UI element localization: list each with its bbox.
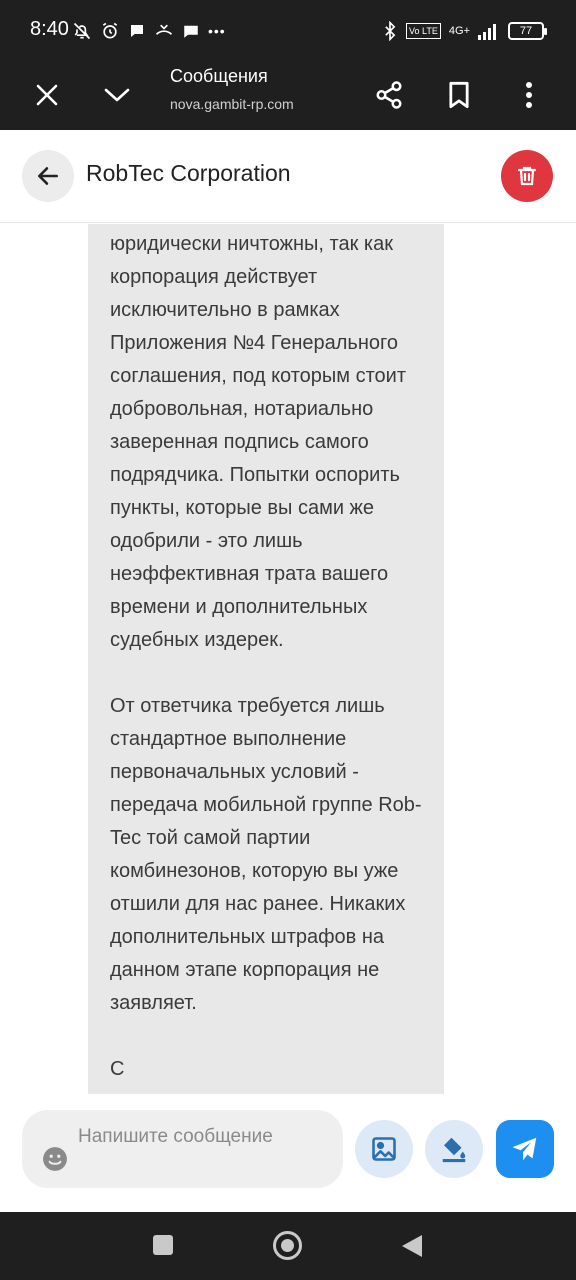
page-url: nova.gambit-rp.com (170, 96, 294, 112)
message-input[interactable]: Напишите сообщение (22, 1110, 343, 1188)
close-button[interactable] (24, 72, 70, 118)
system-navigation-bar (0, 1212, 576, 1280)
message-placeholder: Напишите сообщение (78, 1126, 273, 1147)
bookmark-button[interactable] (436, 72, 482, 118)
chat-header: RobTec Corporation (0, 130, 576, 223)
more-notifications-icon: ••• (208, 23, 226, 39)
battery-icon: 77 (508, 22, 547, 40)
send-icon (512, 1137, 537, 1161)
emoji-icon[interactable] (42, 1146, 68, 1172)
more-menu-button[interactable] (506, 72, 552, 118)
message-bubble: юридически ничтожны, так как корпорация … (88, 224, 444, 1094)
alarm-icon (102, 22, 118, 39)
minimize-button[interactable] (94, 72, 140, 118)
trash-icon (517, 166, 537, 186)
message-list[interactable]: юридически ничтожны, так как корпорация … (0, 224, 576, 1094)
nav-back-button[interactable] (402, 1235, 422, 1257)
back-button[interactable] (22, 150, 74, 202)
signal-icon (478, 24, 496, 40)
missed-call-icon (155, 24, 173, 35)
page-title: Сообщения (170, 66, 268, 86)
status-bar: 8:40 ••• Vo LTE 4G+ 77 (0, 0, 576, 60)
delete-chat-button[interactable] (501, 150, 553, 202)
bell-off-icon (73, 22, 91, 40)
more-vertical-icon (526, 82, 532, 108)
status-time: 8:40 (30, 18, 69, 40)
paint-bucket-icon (442, 1137, 466, 1163)
share-button[interactable] (366, 72, 412, 118)
chat-bubble-icon (131, 25, 143, 37)
fill-color-button[interactable] (425, 1120, 483, 1178)
home-button[interactable] (273, 1231, 302, 1260)
battery-level: 77 (519, 25, 533, 37)
send-button[interactable] (496, 1120, 554, 1178)
browser-toolbar: Сообщения nova.gambit-rp.com (0, 60, 576, 130)
image-icon (372, 1137, 396, 1161)
contact-name: RobTec Corporation (86, 160, 291, 186)
bookmark-icon (449, 81, 469, 109)
recent-apps-button[interactable] (153, 1235, 173, 1255)
message-icon (184, 25, 198, 38)
chevron-down-icon (104, 88, 130, 102)
share-icon (376, 81, 402, 109)
attach-image-button[interactable] (355, 1120, 413, 1178)
message-composer: Напишите сообщение (0, 1094, 576, 1212)
arrow-left-icon (38, 167, 58, 185)
volte-icon: Vo LTE (406, 23, 441, 39)
close-icon (36, 84, 58, 106)
network-type-label: 4G+ (448, 25, 470, 37)
system-icons: Vo LTE 4G+ 77 (382, 19, 547, 43)
bluetooth-icon (385, 21, 396, 41)
notification-icons: ••• (72, 19, 226, 43)
